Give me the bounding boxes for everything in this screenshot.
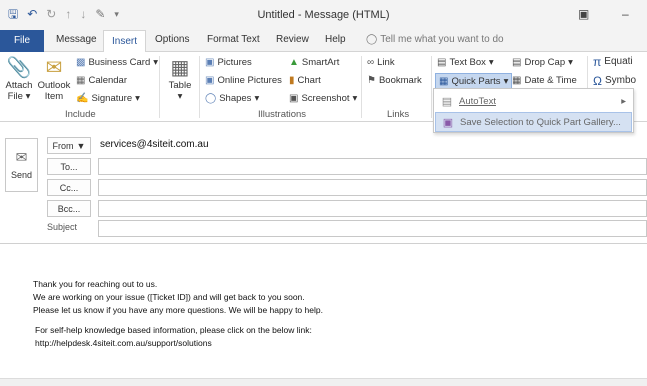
picture-icon: ▣ [205, 56, 215, 68]
smartart-button[interactable]: ▲ SmartArt [289, 57, 339, 68]
chart-icon: ▮ [289, 74, 295, 86]
group-label-include: Include [65, 109, 96, 120]
to-input[interactable] [98, 158, 647, 175]
bookmark-icon: ⚑ [367, 74, 376, 86]
calendar-icon: ▦ [76, 74, 86, 86]
paperclip-icon: 📎 [6, 57, 32, 79]
chevron-down-icon: ▼ [76, 140, 86, 151]
bookmark-button[interactable]: ⚑ Bookmark [367, 75, 422, 86]
title-bar: 🖫 ↶ ↻ ↑ ↓ ✎ ▾ Untitled - Message (HTML) … [0, 0, 647, 30]
tab-options[interactable]: Options [155, 34, 189, 45]
date-time-icon: ▦ [512, 74, 522, 86]
envelope-icon: ✉ [45, 57, 63, 79]
calendar-button[interactable]: ▦ Calendar [76, 75, 127, 86]
text-box-button[interactable]: ▤ Text Box ▾ [437, 57, 494, 68]
signature-icon: ✍ [76, 92, 89, 104]
body-link[interactable]: http://helpdesk.4siteit.com.au/support/s… [33, 337, 323, 350]
text-box-icon: ▤ [437, 56, 447, 68]
body-line: For self-help knowledge based informatio… [35, 325, 312, 335]
group-label-links: Links [387, 109, 410, 120]
screenshot-icon: ▣ [289, 92, 299, 104]
shapes-button[interactable]: ◯ Shapes ▾ [205, 93, 259, 104]
quick-parts-menu: ▤ AutoText ▸ ▣ Save Selection to Quick P… [433, 88, 634, 133]
symbol-button[interactable]: Ω Symbo [593, 73, 636, 88]
drop-cap-button[interactable]: ▤ Drop Cap ▾ [512, 57, 573, 68]
tell-me-search[interactable]: ◯ Tell me what you want to do [366, 34, 504, 45]
tab-file[interactable]: File [0, 30, 44, 52]
to-button[interactable]: To... [47, 158, 91, 175]
quick-parts-icon: ▦ [439, 75, 449, 87]
cc-button[interactable]: Cc... [47, 179, 91, 196]
business-card-button[interactable]: ▩ Business Card ▾ [76, 57, 158, 68]
cc-input[interactable] [98, 179, 647, 196]
online-picture-icon: ▣ [205, 74, 215, 86]
signature-button[interactable]: ✍ Signature ▾ [76, 93, 140, 104]
ribbon-display-icon[interactable]: ▣ [578, 7, 589, 21]
from-value: services@4siteit.com.au [100, 139, 209, 150]
send-icon: ✉ [15, 149, 28, 165]
minimize-icon[interactable]: – [622, 7, 629, 21]
link-button[interactable]: ∞ Link [367, 57, 395, 68]
tab-message[interactable]: Message [56, 34, 97, 45]
from-button[interactable]: From ▼ [47, 137, 91, 154]
message-body[interactable]: Thank you for reaching out to us. We are… [33, 278, 323, 350]
pictures-button[interactable]: ▣ Pictures [205, 57, 252, 68]
menu-item-save-selection[interactable]: ▣ Save Selection to Quick Part Gallery..… [435, 112, 632, 132]
lightbulb-icon: ◯ [366, 34, 378, 45]
window-title: Untitled - Message (HTML) [257, 9, 390, 21]
online-pictures-button[interactable]: ▣ Online Pictures [205, 75, 282, 86]
body-line: We are working on your issue ([Ticket ID… [33, 292, 305, 302]
group-label-illustrations: Illustrations [258, 109, 307, 120]
link-icon: ∞ [367, 56, 375, 68]
table-button[interactable]: ▦ Table ▾ [165, 56, 195, 102]
ribbon-tabs: File Message Insert Options Format Text … [0, 30, 647, 53]
tab-format-text[interactable]: Format Text [207, 34, 260, 45]
table-icon: ▦ [170, 57, 190, 79]
autotext-icon: ▤ [441, 95, 453, 108]
equation-button[interactable]: π Equati [593, 54, 633, 69]
chart-button[interactable]: ▮ Chart [289, 75, 321, 86]
body-line: Thank you for reaching out to us. [33, 279, 158, 289]
save-selection-icon: ▣ [442, 116, 454, 129]
tab-insert[interactable]: Insert [103, 30, 147, 53]
send-button[interactable]: ✉ Send [5, 138, 38, 192]
subject-input[interactable] [98, 220, 647, 237]
date-time-button[interactable]: ▦ Date & Time [512, 75, 577, 86]
pi-icon: π [593, 54, 602, 69]
submenu-arrow-icon: ▸ [621, 95, 626, 107]
shapes-icon: ◯ [205, 92, 217, 104]
tab-help[interactable]: Help [325, 34, 346, 45]
smartart-icon: ▲ [289, 56, 299, 68]
outlook-item-button[interactable]: ✉ Outlook Item [36, 56, 72, 102]
tab-review[interactable]: Review [276, 34, 309, 45]
attach-file-button[interactable]: 📎 Attach File ▾ [4, 56, 34, 102]
drop-cap-icon: ▤ [512, 56, 522, 68]
subject-label: Subject [47, 222, 78, 232]
bottom-bar [0, 378, 647, 386]
menu-item-autotext[interactable]: ▤ AutoText ▸ [435, 91, 632, 111]
bcc-input[interactable] [98, 200, 647, 217]
screenshot-button[interactable]: ▣ Screenshot ▾ [289, 93, 357, 104]
bcc-button[interactable]: Bcc... [47, 200, 91, 217]
omega-icon: Ω [593, 73, 602, 88]
body-line: Please let us know if you have any more … [33, 305, 323, 315]
business-card-icon: ▩ [76, 56, 86, 68]
